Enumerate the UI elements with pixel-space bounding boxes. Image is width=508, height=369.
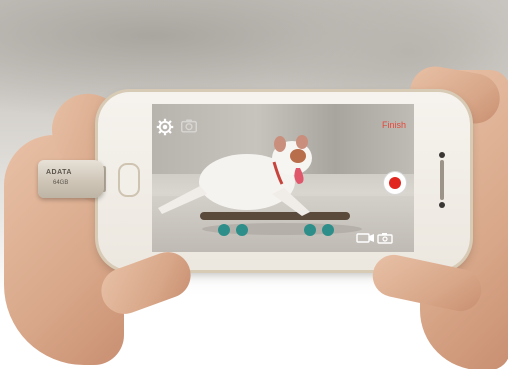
record-icon (389, 177, 401, 189)
usb-flash-drive: ADATA 64GB (38, 160, 104, 198)
phone-speaker (440, 160, 444, 200)
phone-sensor-dot (439, 202, 445, 208)
dog-hind-leg (158, 186, 207, 214)
dog-patch (290, 149, 306, 163)
gear-icon[interactable] (156, 118, 174, 136)
camera-viewfinder: Finish (152, 104, 414, 252)
skateboard-wheel (304, 224, 316, 236)
phone-sensor-dot (439, 152, 445, 158)
skateboard-wheel (236, 224, 248, 236)
video-photo-toggle-icon[interactable] (356, 232, 394, 244)
dog-ear (296, 135, 308, 149)
skateboard-deck (200, 212, 350, 220)
usb-brand-label: ADATA (46, 169, 72, 176)
finish-button[interactable]: Finish (382, 120, 406, 130)
camera-roll-icon[interactable] (180, 118, 198, 134)
skateboard-wheel (322, 224, 334, 236)
dog-ear (274, 136, 286, 152)
record-button[interactable] (384, 172, 406, 194)
phone-home-button (118, 163, 140, 197)
skateboard-wheel (218, 224, 230, 236)
product-photo: Finish ADATA 64GB (0, 0, 508, 369)
usb-capacity-label: 64GB (53, 180, 69, 186)
